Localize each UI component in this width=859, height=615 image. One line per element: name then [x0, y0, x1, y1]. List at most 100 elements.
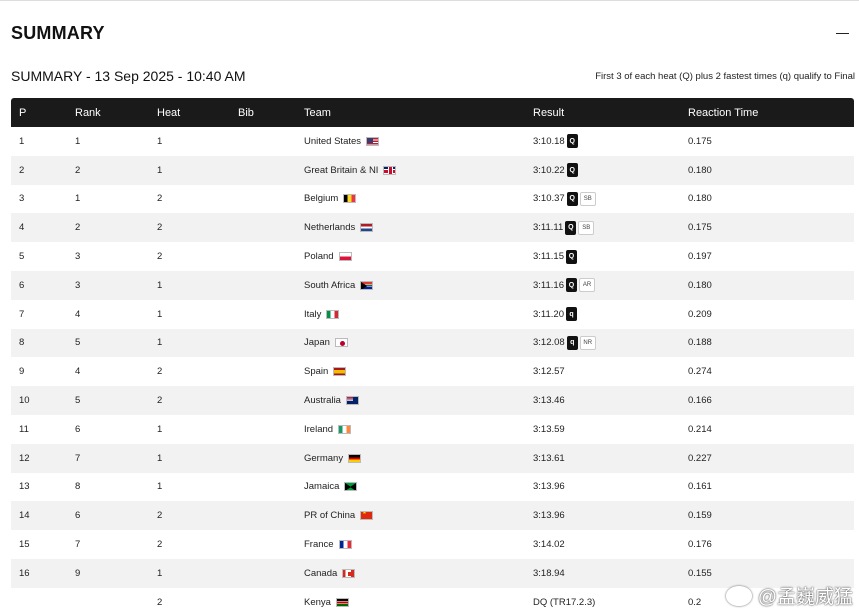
cell-reaction-time: 0.274: [688, 366, 712, 378]
table-row[interactable]: 7 4 1 Italy 3:11.20 q 0.209: [11, 300, 854, 329]
cell-result: 3:12.08 q NR: [533, 335, 596, 350]
team-name[interactable]: United States: [304, 136, 361, 147]
cell-heat: 1: [157, 567, 163, 579]
flag-es-icon: [333, 367, 347, 377]
cell-heat: 1: [157, 279, 163, 291]
cell-rank: 7: [75, 452, 81, 464]
cell-p: 15: [19, 539, 30, 551]
table-row[interactable]: 4 2 2 Netherlands 3:11.11 Q SB 0.175: [11, 213, 854, 243]
cell-rank: 7: [75, 539, 81, 551]
watermark-text: @孟巍威猛: [757, 587, 853, 608]
team-name[interactable]: PR of China: [304, 510, 355, 521]
result-time: 3:11.20: [533, 308, 564, 320]
cell-reaction-time: 0.2: [688, 596, 702, 608]
table-row[interactable]: 12 7 1 Germany 3:13.61 0.227: [11, 443, 854, 473]
cell-reaction-time: 0.188: [688, 337, 712, 349]
table-row[interactable]: 10 5 2 Australia 3:13.46 0.166: [11, 386, 854, 415]
qualification-badge: Q: [566, 163, 578, 178]
header-reaction-time[interactable]: Reaction Time: [688, 107, 758, 119]
table-row[interactable]: 9 4 2 Spain 3:12.57 0.274: [11, 357, 854, 386]
cell-p: 1: [19, 135, 25, 147]
team-name[interactable]: Jamaica: [304, 481, 339, 492]
header-team[interactable]: Team: [304, 107, 331, 119]
team-name[interactable]: Germany: [304, 453, 343, 464]
result-time: 3:12.57: [533, 366, 565, 378]
result-time: 3:13.96: [533, 481, 565, 493]
result-time: 3:14.02: [533, 539, 565, 551]
table-row[interactable]: 8 5 1 Japan 3:12.08 q NR 0.188: [11, 328, 854, 358]
cell-p: 2: [19, 164, 25, 176]
header-heat[interactable]: Heat: [157, 107, 180, 119]
cell-heat: 1: [157, 452, 163, 464]
cell-rank: 8: [75, 481, 81, 493]
cell-result: 3:13.96: [533, 481, 565, 492]
team-name[interactable]: South Africa: [304, 280, 355, 291]
cell-rank: 2: [75, 164, 81, 176]
cell-p: 10: [19, 395, 30, 407]
cell-result: 3:13.96: [533, 510, 565, 521]
summary-panel: SUMMARY SUMMARY - 13 Sep 2025 - 10:40 AM…: [0, 0, 859, 615]
header-p[interactable]: P: [19, 107, 26, 119]
team-name[interactable]: Australia: [304, 395, 341, 406]
table-row[interactable]: 6 3 1 South Africa 3:11.16 Q AR 0.180: [11, 270, 854, 300]
flag-za-icon: [360, 280, 374, 290]
header-result[interactable]: Result: [533, 107, 564, 119]
watermark: @孟巍威猛: [725, 582, 853, 609]
table-row[interactable]: 13 8 1 Jamaica 3:13.96 0.161: [11, 473, 854, 502]
team-name[interactable]: Canada: [304, 568, 337, 579]
cell-heat: 2: [157, 222, 163, 234]
cell-result: 3:10.37 Q SB: [533, 191, 596, 206]
cell-reaction-time: 0.180: [688, 193, 712, 205]
team-name[interactable]: Spain: [304, 366, 328, 377]
cell-team: Great Britain & NI: [304, 165, 397, 176]
cell-result: 3:12.57: [533, 366, 565, 377]
result-time: 3:13.61: [533, 452, 565, 464]
collapse-button[interactable]: [835, 26, 849, 40]
result-time: 3:18.94: [533, 567, 565, 579]
cell-reaction-time: 0.166: [688, 395, 712, 407]
table-row[interactable]: 2 2 1 Great Britain & NI 3:10.22 Q 0.180: [11, 155, 854, 185]
header-rank[interactable]: Rank: [75, 107, 101, 119]
panel-title: SUMMARY: [11, 22, 105, 43]
cell-p: 14: [19, 510, 30, 522]
flag-jm-icon: [344, 482, 358, 492]
cell-result: 3:13.59: [533, 424, 565, 435]
table-row[interactable]: 1 1 1 United States 3:10.18 Q 0.175: [11, 127, 854, 156]
team-name[interactable]: Great Britain & NI: [304, 165, 378, 176]
result-time: 3:13.96: [533, 510, 565, 522]
team-name[interactable]: Poland: [304, 251, 334, 262]
flag-au-icon: [345, 396, 359, 406]
cell-p: 5: [19, 251, 25, 263]
team-name[interactable]: Italy: [304, 309, 321, 320]
team-name[interactable]: Japan: [304, 337, 330, 348]
cell-result: 3:18.94: [533, 568, 565, 579]
cell-p: 4: [19, 222, 25, 234]
team-name[interactable]: Netherlands: [304, 222, 355, 233]
team-name[interactable]: Belgium: [304, 193, 338, 204]
flag-us-icon: [366, 136, 380, 146]
table-row[interactable]: 14 6 2 PR of China 3:13.96 0.159: [11, 501, 854, 531]
panel-header: SUMMARY: [11, 21, 849, 45]
qualification-badge: q: [566, 307, 577, 322]
flag-ie-icon: [338, 424, 352, 434]
table-row[interactable]: 11 6 1 Ireland 3:13.59 0.214: [11, 415, 854, 444]
cell-heat: 1: [157, 337, 163, 349]
cell-team: Belgium: [304, 193, 357, 204]
cell-heat: 2: [157, 539, 163, 551]
flag-ca-icon: [342, 568, 356, 578]
cell-rank: 6: [75, 423, 81, 435]
header-bib[interactable]: Bib: [238, 107, 254, 119]
team-name[interactable]: France: [304, 539, 334, 550]
table-row[interactable]: 15 7 2 France 3:14.02 0.176: [11, 530, 854, 559]
table-row[interactable]: 5 3 2 Poland 3:11.15 Q 0.197: [11, 242, 854, 271]
team-name[interactable]: Kenya: [304, 597, 331, 608]
flag-de-icon: [348, 453, 362, 463]
team-name[interactable]: Ireland: [304, 424, 333, 435]
table-row[interactable]: 3 1 2 Belgium 3:10.37 Q SB 0.180: [11, 185, 854, 214]
cell-reaction-time: 0.161: [688, 481, 712, 493]
cell-rank: 5: [75, 395, 81, 407]
cell-reaction-time: 0.214: [688, 423, 712, 435]
cell-rank: 3: [75, 251, 81, 263]
record-badge: NR: [579, 335, 596, 350]
summary-subtitle: SUMMARY - 13 Sep 2025 - 10:40 AM: [11, 68, 246, 84]
